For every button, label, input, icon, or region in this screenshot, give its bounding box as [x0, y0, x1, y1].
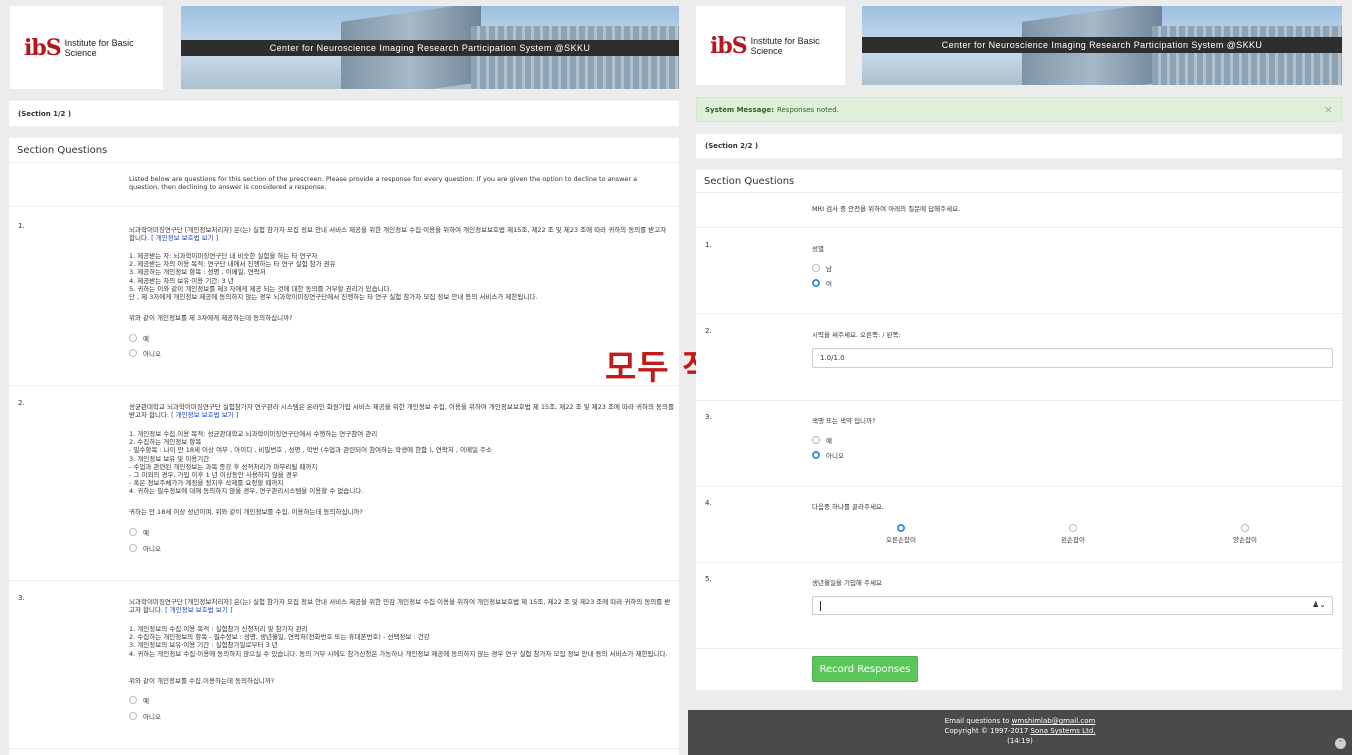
colorblind-option-yes[interactable]: 예 — [812, 434, 832, 445]
question-1-ask: 위와 같이 개인정보를 제 3자에게 제공하는데 동의하십니까? — [129, 314, 293, 322]
text-cursor — [820, 600, 821, 611]
banner-title: Center for Neuroscience Imaging Research… — [181, 40, 679, 56]
q2-option-no[interactable]: 아니오 — [129, 542, 161, 553]
ibs-logo-text: Institute for Basic Science — [750, 35, 820, 56]
privacy-law-link[interactable]: [ 개인정보 보호법 보기 ] — [151, 234, 218, 242]
question-number: 2. — [18, 399, 25, 407]
radio-icon[interactable] — [1069, 524, 1077, 532]
section-title: Section Questions — [704, 176, 795, 187]
ibs-logo-mark: ibS — [24, 34, 62, 61]
question-3-ask: 위와 같이 개인정보를 수집.이용하는데 동의하십니까? — [129, 677, 275, 685]
section-label: (Section 2/2 ) — [696, 134, 1342, 158]
footer-email-link[interactable]: wmshimlab@gmail.com — [1012, 717, 1096, 725]
gender-option-female[interactable]: 여 — [812, 277, 832, 288]
question-2-ask: 귀하는 만 18세 이상 성년이며, 위와 같이 개인정보를 수집. 이용하는데… — [129, 508, 363, 516]
q5-label: 생년월일을 기입해 주세요 — [812, 579, 882, 587]
radio-selected-icon[interactable] — [897, 524, 905, 532]
radio-selected-icon[interactable] — [812, 450, 820, 459]
question-number: 3. — [705, 413, 712, 421]
radio-icon[interactable] — [129, 543, 137, 552]
section-intro: Listed below are questions for this sect… — [129, 175, 638, 192]
footer-company-link[interactable]: Sona Systems Ltd. — [1031, 727, 1096, 735]
gender-option-male[interactable]: 남 — [812, 262, 832, 273]
header-banner: Center for Neuroscience Imaging Research… — [862, 6, 1342, 85]
radio-icon[interactable] — [129, 333, 137, 342]
ibs-logo[interactable]: ibS Institute for Basic Science — [696, 6, 845, 85]
footer: Email questions to wmshimlab@gmail.com C… — [688, 710, 1352, 755]
q3-label: 색맹 또는 색약 입니까? — [812, 417, 876, 425]
q1-option-yes[interactable]: 예 — [129, 332, 149, 343]
record-responses-button[interactable]: Record Responses — [812, 656, 918, 682]
q4-label: 다음중 하나를 골라주세요. — [812, 503, 884, 511]
radio-icon[interactable] — [129, 695, 137, 704]
header-banner: Center for Neuroscience Imaging Research… — [181, 6, 679, 89]
question-2-text: 성균관대학교 뇌과학이미징연구단 실험참가자 연구관리 시스템은 온라인 회원가… — [129, 403, 674, 419]
question-number: 2. — [705, 327, 712, 335]
q1-label: 성별 — [812, 245, 824, 253]
ibs-logo[interactable]: ibS Institute for Basic Science — [10, 6, 163, 89]
q3-option-yes[interactable]: 예 — [129, 694, 149, 705]
radio-icon[interactable] — [1241, 524, 1249, 532]
ibs-logo-text: Institute for Basic Science — [64, 37, 134, 58]
section-label: (Section 1/2 ) — [9, 101, 679, 126]
question-1-text: 뇌과학이미징연구단 [개인정보처리자] 은(는) 실험 참가자 모집 정보 안내… — [129, 226, 674, 242]
q1-option-no[interactable]: 아니오 — [129, 347, 161, 358]
section-title: Section Questions — [17, 145, 108, 156]
system-message-alert: System Message: Responses noted. × — [696, 97, 1342, 122]
question-number: 4. — [705, 499, 712, 507]
radio-icon[interactable] — [129, 348, 137, 357]
close-icon[interactable]: × — [1324, 103, 1333, 116]
radio-selected-icon[interactable] — [812, 278, 820, 287]
privacy-law-link[interactable]: [ 개인정보 보호법 보기 ] — [165, 606, 232, 614]
radio-icon[interactable] — [812, 263, 820, 272]
question-number: 3. — [18, 594, 25, 602]
question-3-body: 1. 개인정보의 수집.이용 목적 : 실험참가 신청처리 및 참가자 관리 2.… — [129, 625, 668, 658]
colorblind-option-no[interactable]: 아니오 — [812, 449, 844, 460]
question-3-text: 뇌과학이미징연구단 [개인정보처리자] 은(는) 실험 참가자 모집 정보 안내… — [129, 598, 674, 614]
footer-email-line: Email questions to wmshimlab@gmail.com — [944, 717, 1096, 725]
question-number: 1. — [18, 222, 25, 230]
banner-title: Center for Neuroscience Imaging Research… — [862, 37, 1342, 53]
scroll-top-icon[interactable]: ⌃ — [1335, 738, 1346, 749]
radio-icon[interactable] — [812, 435, 820, 444]
system-message-label: System Message: — [705, 105, 774, 114]
section-intro: MRI 검사 중 안전을 위하여 아래의 질문에 답해주세요. — [812, 205, 961, 213]
handedness-option-both[interactable]: 양손잡이 — [1210, 517, 1280, 544]
question-number: 1. — [705, 241, 712, 249]
question-number: 5. — [705, 575, 712, 583]
section-questions-panel: Section Questions MRI 검사 중 안전을 위하여 아래의 질… — [696, 170, 1342, 690]
ibs-logo-mark: ibS — [710, 32, 748, 59]
footer-copyright-line: Copyright © 1997-2017 Sona Systems Ltd. — [944, 727, 1096, 735]
radio-icon[interactable] — [129, 711, 137, 720]
handedness-option-left[interactable]: 왼손잡이 — [1038, 517, 1108, 544]
person-dropdown-icon[interactable]: ♟⌄ — [1312, 600, 1326, 609]
handedness-option-right[interactable]: 오른손잡이 — [866, 517, 936, 544]
q3-option-no[interactable]: 아니오 — [129, 710, 161, 721]
vision-input[interactable]: 1.0/1.0 — [812, 348, 1333, 368]
footer-time: (14:19) — [1007, 737, 1033, 745]
radio-icon[interactable] — [129, 527, 137, 536]
question-1-body: 1. 제공받는 자: 뇌과학이미징연구단 내 비슷한 실험을 하는 타 연구자 2… — [129, 252, 538, 302]
question-2-body: 1. 개인정보 수집.이용 목적: 성균관대학교 뇌과학이미징연구단에서 수행하… — [129, 430, 492, 496]
section-questions-panel: Section Questions Listed below are quest… — [9, 138, 679, 755]
q2-option-yes[interactable]: 예 — [129, 526, 149, 537]
birthdate-input[interactable]: ♟⌄ — [812, 596, 1333, 615]
privacy-law-link[interactable]: [ 개인정보 보호법 보기 ] — [171, 411, 238, 419]
q2-label: 시력을 써주세요. 오른쪽: / 왼쪽: — [812, 331, 901, 339]
system-message-text: Responses noted. — [776, 105, 839, 114]
